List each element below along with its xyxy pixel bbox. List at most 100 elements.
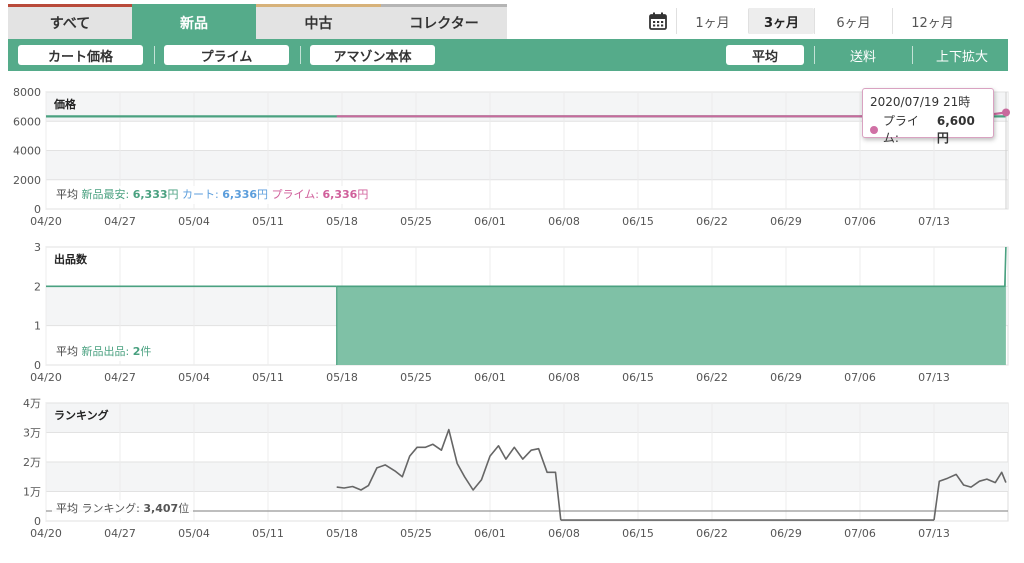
range-3-months[interactable]: 3ヶ月 <box>748 8 814 34</box>
y-tick-label: 2000 <box>13 174 41 187</box>
x-tick-label: 07/13 <box>918 527 950 540</box>
avg-cart-value: 6,336 <box>222 188 258 201</box>
avg-rank-label: ランキング: <box>81 502 140 515</box>
y-tick-label: 1万 <box>23 486 41 499</box>
condition-tabs: すべて 新品 中古 コレクター <box>8 4 507 39</box>
grid-band <box>46 150 1008 180</box>
toolbar-divider <box>300 46 301 64</box>
x-tick-label: 06/01 <box>474 371 506 384</box>
x-tick-label: 05/11 <box>252 215 284 228</box>
x-tick-label: 06/08 <box>548 371 580 384</box>
avg-rank-value: 3,407 <box>143 502 179 515</box>
cart-price-toggle[interactable]: カート価格 <box>18 45 143 65</box>
x-tick-label: 04/27 <box>104 527 136 540</box>
price-average-legend: 平均 新品最安: 6,333円 カート: 6,336円 プライム: 6,336円 <box>52 186 373 204</box>
x-tick-label: 06/01 <box>474 215 506 228</box>
x-tick-label: 05/04 <box>178 371 210 384</box>
average-toggle[interactable]: 平均 <box>726 45 804 65</box>
avg-prime-label: プライム: <box>271 188 320 201</box>
grid-band <box>46 462 1008 492</box>
y-tick-label: 3 <box>34 241 41 254</box>
range-1-month-label: 1ヶ月 <box>695 15 730 31</box>
x-tick-label: 05/18 <box>326 527 358 540</box>
tooltip-label: プライム: <box>882 114 919 145</box>
avg-rank-unit: 位 <box>178 502 190 515</box>
y-tick-label: 4万 <box>23 397 41 410</box>
avg-cart-unit: 円 <box>257 188 269 201</box>
vertical-zoom-toggle[interactable]: 上下拡大 <box>918 45 1006 65</box>
tab-new[interactable]: 新品 <box>132 4 256 39</box>
range-12-months-label: 12ヶ月 <box>911 15 954 31</box>
y-tick-label: 4000 <box>13 145 41 158</box>
range-12-months[interactable]: 12ヶ月 <box>892 8 972 34</box>
prime-toggle[interactable]: プライム <box>164 45 289 65</box>
tab-collector[interactable]: コレクター <box>381 4 507 39</box>
range-tabs: 1ヶ月 3ヶ月 6ヶ月 12ヶ月 <box>640 6 1016 36</box>
avg-prefix: 平均 <box>56 345 78 358</box>
avg-new-label: 新品最安: <box>81 188 130 201</box>
x-tick-label: 06/15 <box>622 215 654 228</box>
range-6-months[interactable]: 6ヶ月 <box>814 8 892 34</box>
range-3-months-label: 3ヶ月 <box>763 15 800 31</box>
rank-average-legend: 平均 ランキング: 3,407位 <box>52 500 194 518</box>
chart-panel-2: 01万2万3万4万04/20 04/27 05/04 05/11 05/18 05/25 0… <box>23 397 1009 540</box>
tooltip-date: 2020/07/19 21時 <box>870 95 971 109</box>
x-tick-label: 04/27 <box>104 215 136 228</box>
avg-prime-value: 6,336 <box>322 188 358 201</box>
x-tick-label: 06/22 <box>696 527 728 540</box>
tab-new-label: 新品 <box>180 16 208 32</box>
tab-used[interactable]: 中古 <box>256 4 381 39</box>
x-tick-label: 07/13 <box>918 371 950 384</box>
calendar-icon[interactable] <box>640 6 676 36</box>
tab-all[interactable]: すべて <box>8 4 132 39</box>
x-tick-label: 05/18 <box>326 215 358 228</box>
x-tick-label: 06/01 <box>474 527 506 540</box>
x-tick-label: 05/25 <box>400 215 432 228</box>
amazon-toggle[interactable]: アマゾン本体 <box>310 45 435 65</box>
avg-prime-unit: 円 <box>357 188 369 201</box>
offers-average-legend: 平均 新品出品: 2件 <box>52 343 156 361</box>
y-tick-label: 6000 <box>13 115 41 128</box>
avg-prefix: 平均 <box>56 188 78 201</box>
chart-panel-0: 0200040006000800004/20 04/27 05/04 05/11 05/… <box>13 86 1010 228</box>
x-tick-label: 07/13 <box>918 215 950 228</box>
x-tick-label: 06/08 <box>548 527 580 540</box>
tab-all-label: すべて <box>49 16 91 32</box>
x-tick-label: 05/25 <box>400 371 432 384</box>
range-6-months-label: 6ヶ月 <box>836 15 871 31</box>
keepa-charts[interactable]: 0200040006000800004/20 04/27 05/04 05/11 05/… <box>0 76 1024 556</box>
tab-used-label: 中古 <box>304 16 333 32</box>
x-tick-label: 06/15 <box>622 371 654 384</box>
chart-title: 価格 <box>53 97 77 111</box>
y-tick-label: 1 <box>34 320 41 333</box>
tooltip-value: 6,600円 <box>936 114 975 145</box>
x-tick-label: 05/18 <box>326 371 358 384</box>
x-tick-label: 06/29 <box>770 527 802 540</box>
y-tick-label: 2 <box>34 280 41 293</box>
x-tick-label: 05/04 <box>178 215 210 228</box>
y-tick-label: 8000 <box>13 86 41 99</box>
x-tick-label: 05/11 <box>252 527 284 540</box>
x-tick-label: 05/11 <box>252 371 284 384</box>
range-1-month[interactable]: 1ヶ月 <box>676 8 748 34</box>
chart-title: 出品数 <box>54 252 88 266</box>
x-tick-label: 07/06 <box>844 371 876 384</box>
avg-prefix: 平均 <box>56 502 78 515</box>
chart-title: ランキング <box>54 408 109 422</box>
avg-new-unit: 円 <box>167 188 179 201</box>
x-tick-label: 06/08 <box>548 215 580 228</box>
x-tick-label: 06/29 <box>770 371 802 384</box>
x-tick-label: 06/15 <box>622 527 654 540</box>
hover-point <box>1002 108 1010 117</box>
series-toolbar: カート価格 プライム アマゾン本体 平均 送料 上下拡大 <box>8 39 1008 71</box>
shipping-toggle[interactable]: 送料 <box>814 45 912 65</box>
toolbar-divider <box>154 46 155 64</box>
avg-cart-label: カート: <box>182 188 219 201</box>
toolbar-divider <box>912 46 913 64</box>
hover-tooltip: 2020/07/19 21時 プライム: 6,600円 <box>862 88 994 145</box>
chart-panel-1: 012304/20 04/27 05/04 05/11 05/18 05/25 06/01 0… <box>30 241 1009 384</box>
x-tick-label: 05/04 <box>178 527 210 540</box>
x-tick-label: 06/22 <box>696 371 728 384</box>
tooltip-line: プライム: 6,600円 <box>870 113 986 147</box>
x-tick-label: 06/22 <box>696 215 728 228</box>
